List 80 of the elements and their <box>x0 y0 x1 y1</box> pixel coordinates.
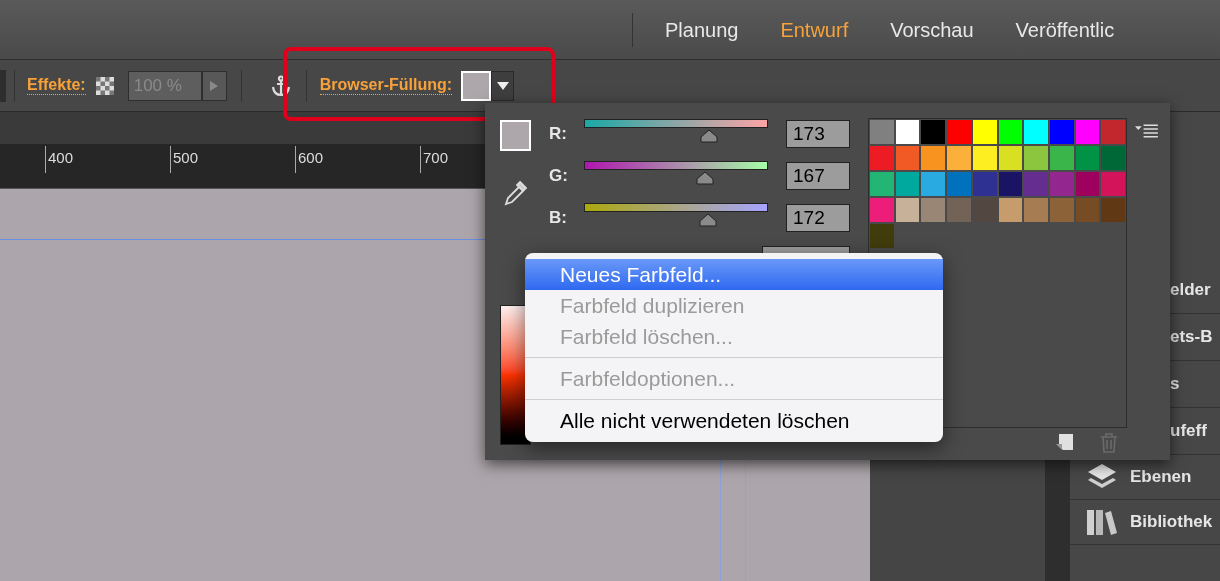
color-swatch[interactable] <box>869 223 895 249</box>
channel-slider[interactable] <box>584 201 768 227</box>
channel-slider[interactable] <box>584 159 768 185</box>
ruler-label: 400 <box>48 149 74 166</box>
color-swatch[interactable] <box>1074 197 1101 223</box>
color-swatch[interactable] <box>1049 119 1075 145</box>
channel-slider[interactable] <box>584 117 768 143</box>
panel-label[interactable]: ufeff <box>1170 418 1207 444</box>
panel-label[interactable]: Bibliothek <box>1130 509 1213 535</box>
color-swatch[interactable] <box>971 119 998 145</box>
fill-dropdown-button[interactable] <box>491 70 515 101</box>
ruler-label: 500 <box>173 149 199 166</box>
color-swatch[interactable] <box>869 119 895 145</box>
color-swatch[interactable] <box>971 171 998 197</box>
workspace-tab[interactable]: Planung <box>665 14 739 45</box>
color-swatch[interactable] <box>894 171 921 197</box>
channel-label: B: <box>549 207 568 230</box>
menu-item[interactable]: Alle nicht verwendeten löschen <box>525 405 943 436</box>
color-swatch[interactable] <box>894 197 921 223</box>
panel-label[interactable]: ets-B <box>1170 324 1213 350</box>
browser-fill-label: Browser-Füllung: <box>319 76 453 95</box>
color-swatch[interactable] <box>869 197 895 223</box>
color-swatch[interactable] <box>894 145 921 171</box>
color-swatch[interactable] <box>1049 145 1075 171</box>
stepper-button[interactable] <box>201 70 227 101</box>
current-color-swatch <box>500 120 531 151</box>
color-swatch[interactable] <box>946 145 972 171</box>
channel-label: R: <box>549 123 568 146</box>
color-swatch[interactable] <box>971 197 998 223</box>
ruler-label: 700 <box>423 149 449 166</box>
channel-label: G: <box>549 165 569 188</box>
color-swatch[interactable] <box>869 145 895 171</box>
caret-icon <box>496 81 509 90</box>
eyedropper-icon[interactable] <box>502 179 529 207</box>
color-swatch[interactable] <box>1074 145 1101 171</box>
color-swatch[interactable] <box>1023 197 1049 223</box>
color-swatch[interactable] <box>997 119 1024 145</box>
menu-item[interactable]: Neues Farbfeld... <box>525 259 943 290</box>
workspace-tab[interactable]: Entwurf <box>780 14 849 45</box>
color-swatch[interactable] <box>1049 197 1075 223</box>
color-swatch[interactable] <box>946 119 972 145</box>
color-swatch[interactable] <box>946 197 972 223</box>
color-swatch[interactable] <box>894 119 921 145</box>
play-arrow-icon <box>210 80 219 91</box>
color-swatch[interactable] <box>920 145 947 171</box>
color-swatch[interactable] <box>1074 171 1101 197</box>
color-swatch[interactable] <box>1100 197 1127 223</box>
ruler-label: 600 <box>298 149 324 166</box>
workspace-tab[interactable]: Veröffentlic <box>1015 14 1115 45</box>
color-swatch[interactable] <box>1023 171 1049 197</box>
channel-value-field[interactable]: 167 <box>786 162 850 190</box>
color-swatch[interactable] <box>869 171 895 197</box>
books-icon <box>1086 508 1118 536</box>
color-swatch[interactable] <box>1023 145 1049 171</box>
fill-color-swatch[interactable] <box>461 70 492 101</box>
panel-menu-icon[interactable] <box>1135 124 1158 138</box>
panel-label[interactable]: s <box>1170 371 1180 397</box>
color-swatch[interactable] <box>1023 119 1049 145</box>
panel-label[interactable]: elder <box>1170 277 1211 303</box>
channel-value-field[interactable]: 173 <box>786 120 850 148</box>
checker-icon <box>95 76 114 95</box>
color-swatch[interactable] <box>997 197 1024 223</box>
color-swatch[interactable] <box>920 197 947 223</box>
color-swatch[interactable] <box>1100 119 1127 145</box>
color-swatch[interactable] <box>920 119 947 145</box>
channel-value-field[interactable]: 172 <box>786 204 850 232</box>
color-swatch[interactable] <box>997 145 1024 171</box>
color-swatch[interactable] <box>1049 171 1075 197</box>
color-swatch[interactable] <box>1100 145 1127 171</box>
panel-label[interactable]: Ebenen <box>1130 464 1192 490</box>
anchor-icon[interactable] <box>269 74 292 97</box>
color-swatch[interactable] <box>1074 119 1101 145</box>
workspace-tab[interactable]: Vorschau <box>890 14 974 45</box>
color-swatch[interactable] <box>946 171 972 197</box>
color-swatch[interactable] <box>997 171 1024 197</box>
color-swatch[interactable] <box>920 171 947 197</box>
color-swatch[interactable] <box>1100 171 1127 197</box>
color-swatch[interactable] <box>971 145 998 171</box>
new-swatch-icon[interactable] <box>1056 433 1074 451</box>
effects-label: Effekte: <box>27 76 86 95</box>
